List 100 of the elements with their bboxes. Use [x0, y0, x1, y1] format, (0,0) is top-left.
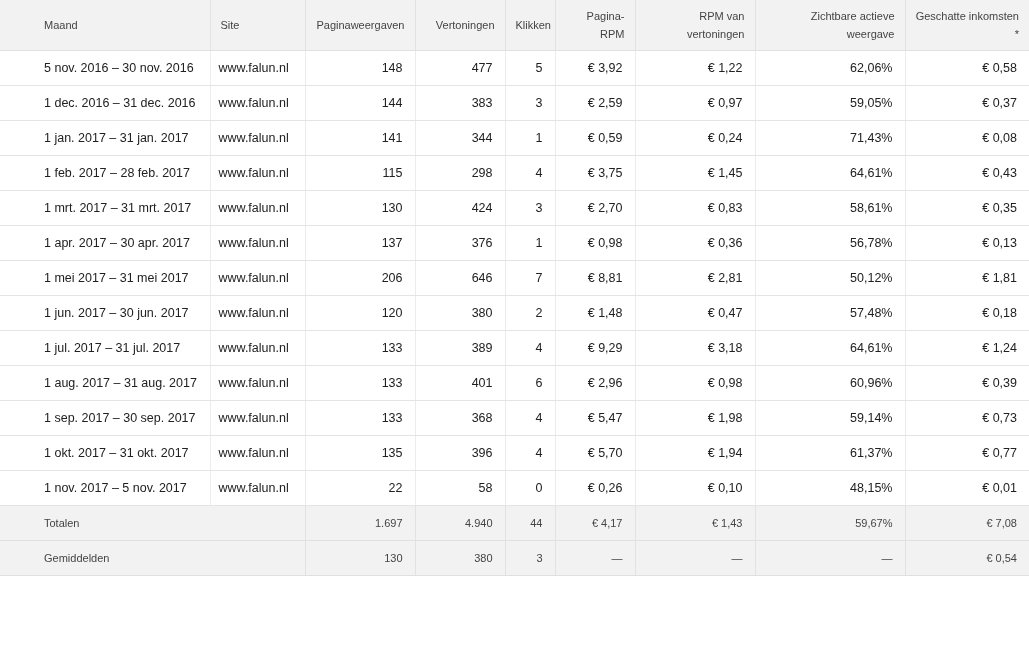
- table-cell: www.falun.nl: [210, 155, 305, 191]
- table-cell: € 0,47: [635, 295, 755, 331]
- table-cell: 1 dec. 2016 – 31 dec. 2016: [0, 85, 210, 121]
- table-cell: € 1,24: [905, 330, 1029, 366]
- table-cell: € 0,35: [905, 190, 1029, 226]
- table-cell: € 3,75: [555, 155, 635, 191]
- column-header[interactable]: RPM van vertoningen: [635, 0, 755, 51]
- table-cell: —: [555, 540, 635, 576]
- table-cell: —: [755, 540, 905, 576]
- table-cell: 56,78%: [755, 225, 905, 261]
- table-cell: 144: [305, 85, 415, 121]
- table-cell: 4: [505, 155, 555, 191]
- table-cell: www.falun.nl: [210, 260, 305, 296]
- table-cell: 1 mei 2017 – 31 mei 2017: [0, 260, 210, 296]
- table-cell: 396: [415, 435, 505, 471]
- table-cell: 368: [415, 400, 505, 436]
- table-cell: € 1,43: [635, 505, 755, 541]
- table-cell: 1 jan. 2017 – 31 jan. 2017: [0, 120, 210, 156]
- table-cell: € 0,26: [555, 470, 635, 506]
- table-cell: 64,61%: [755, 330, 905, 366]
- table-cell: 57,48%: [755, 295, 905, 331]
- table-cell: 64,61%: [755, 155, 905, 191]
- table-cell: www.falun.nl: [210, 225, 305, 261]
- table-cell: 62,06%: [755, 50, 905, 86]
- table-cell: www.falun.nl: [210, 295, 305, 331]
- table-cell: 1 apr. 2017 – 30 apr. 2017: [0, 225, 210, 261]
- table-cell: € 2,96: [555, 365, 635, 401]
- table-cell: € 3,18: [635, 330, 755, 366]
- table-cell: 44: [505, 505, 555, 541]
- table-cell: € 0,73: [905, 400, 1029, 436]
- table-cell: 383: [415, 85, 505, 121]
- table-cell: 1 jun. 2017 – 30 jun. 2017: [0, 295, 210, 331]
- table-cell: € 1,22: [635, 50, 755, 86]
- table-cell: 1 sep. 2017 – 30 sep. 2017: [0, 400, 210, 436]
- table-cell: 3: [505, 85, 555, 121]
- table-cell: 1 nov. 2017 – 5 nov. 2017: [0, 470, 210, 506]
- table-cell: € 0,58: [905, 50, 1029, 86]
- table-cell: 1 feb. 2017 – 28 feb. 2017: [0, 155, 210, 191]
- table-cell: € 4,17: [555, 505, 635, 541]
- table-cell: 133: [305, 400, 415, 436]
- table-cell: 1 mrt. 2017 – 31 mrt. 2017: [0, 190, 210, 226]
- table-cell: € 0,10: [635, 470, 755, 506]
- table-cell: € 7,08: [905, 505, 1029, 541]
- table-cell: € 5,47: [555, 400, 635, 436]
- table-cell: www.falun.nl: [210, 85, 305, 121]
- table-cell: 1.697: [305, 505, 415, 541]
- table-cell: 7: [505, 260, 555, 296]
- column-header[interactable]: Pagina-RPM: [555, 0, 635, 51]
- table-cell: 1 okt. 2017 – 31 okt. 2017: [0, 435, 210, 471]
- table-cell: 130: [305, 190, 415, 226]
- table-cell: 1 jul. 2017 – 31 jul. 2017: [0, 330, 210, 366]
- table-cell: € 0,13: [905, 225, 1029, 261]
- table-cell: 4: [505, 400, 555, 436]
- table-cell: www.falun.nl: [210, 365, 305, 401]
- table-cell: www.falun.nl: [210, 400, 305, 436]
- table-cell: 58: [415, 470, 505, 506]
- table-cell: 59,14%: [755, 400, 905, 436]
- table-cell: www.falun.nl: [210, 330, 305, 366]
- column-header[interactable]: Paginaweergaven: [305, 0, 415, 51]
- table-cell: 206: [305, 260, 415, 296]
- table-cell: € 1,45: [635, 155, 755, 191]
- table-cell: € 0,97: [635, 85, 755, 121]
- table-cell: € 1,81: [905, 260, 1029, 296]
- column-header[interactable]: Vertoningen: [415, 0, 505, 51]
- column-header[interactable]: Geschatte inkomsten *: [905, 0, 1029, 51]
- table-cell: 477: [415, 50, 505, 86]
- table-cell: 120: [305, 295, 415, 331]
- table-cell: 6: [505, 365, 555, 401]
- table-cell: 133: [305, 330, 415, 366]
- table-cell: 5 nov. 2016 – 30 nov. 2016: [0, 50, 210, 86]
- table-cell: 60,96%: [755, 365, 905, 401]
- table-cell: € 1,98: [635, 400, 755, 436]
- table-cell: 344: [415, 120, 505, 156]
- column-header[interactable]: Zichtbare actieve weergave: [755, 0, 905, 51]
- table-cell: € 2,70: [555, 190, 635, 226]
- table-cell: € 0,39: [905, 365, 1029, 401]
- table-cell: 22: [305, 470, 415, 506]
- table-cell: € 1,48: [555, 295, 635, 331]
- table-cell: www.falun.nl: [210, 435, 305, 471]
- table-cell: € 0,54: [905, 540, 1029, 576]
- row-label: Gemiddelden: [0, 540, 305, 576]
- table-cell: 389: [415, 330, 505, 366]
- table-cell: 380: [415, 295, 505, 331]
- table-cell: € 3,92: [555, 50, 635, 86]
- table-cell: € 2,81: [635, 260, 755, 296]
- table-cell: www.falun.nl: [210, 120, 305, 156]
- table-cell: € 2,59: [555, 85, 635, 121]
- table-cell: 61,37%: [755, 435, 905, 471]
- table-cell: € 0,37: [905, 85, 1029, 121]
- table-cell: € 0,83: [635, 190, 755, 226]
- table-cell: 376: [415, 225, 505, 261]
- column-header[interactable]: Maand: [0, 0, 210, 51]
- table-cell: € 5,70: [555, 435, 635, 471]
- column-header[interactable]: Site: [210, 0, 305, 51]
- column-header[interactable]: Klikken: [505, 0, 555, 51]
- table-cell: www.falun.nl: [210, 50, 305, 86]
- table-cell: 1: [505, 120, 555, 156]
- table-cell: 130: [305, 540, 415, 576]
- table-cell: € 8,81: [555, 260, 635, 296]
- table-cell: 4: [505, 435, 555, 471]
